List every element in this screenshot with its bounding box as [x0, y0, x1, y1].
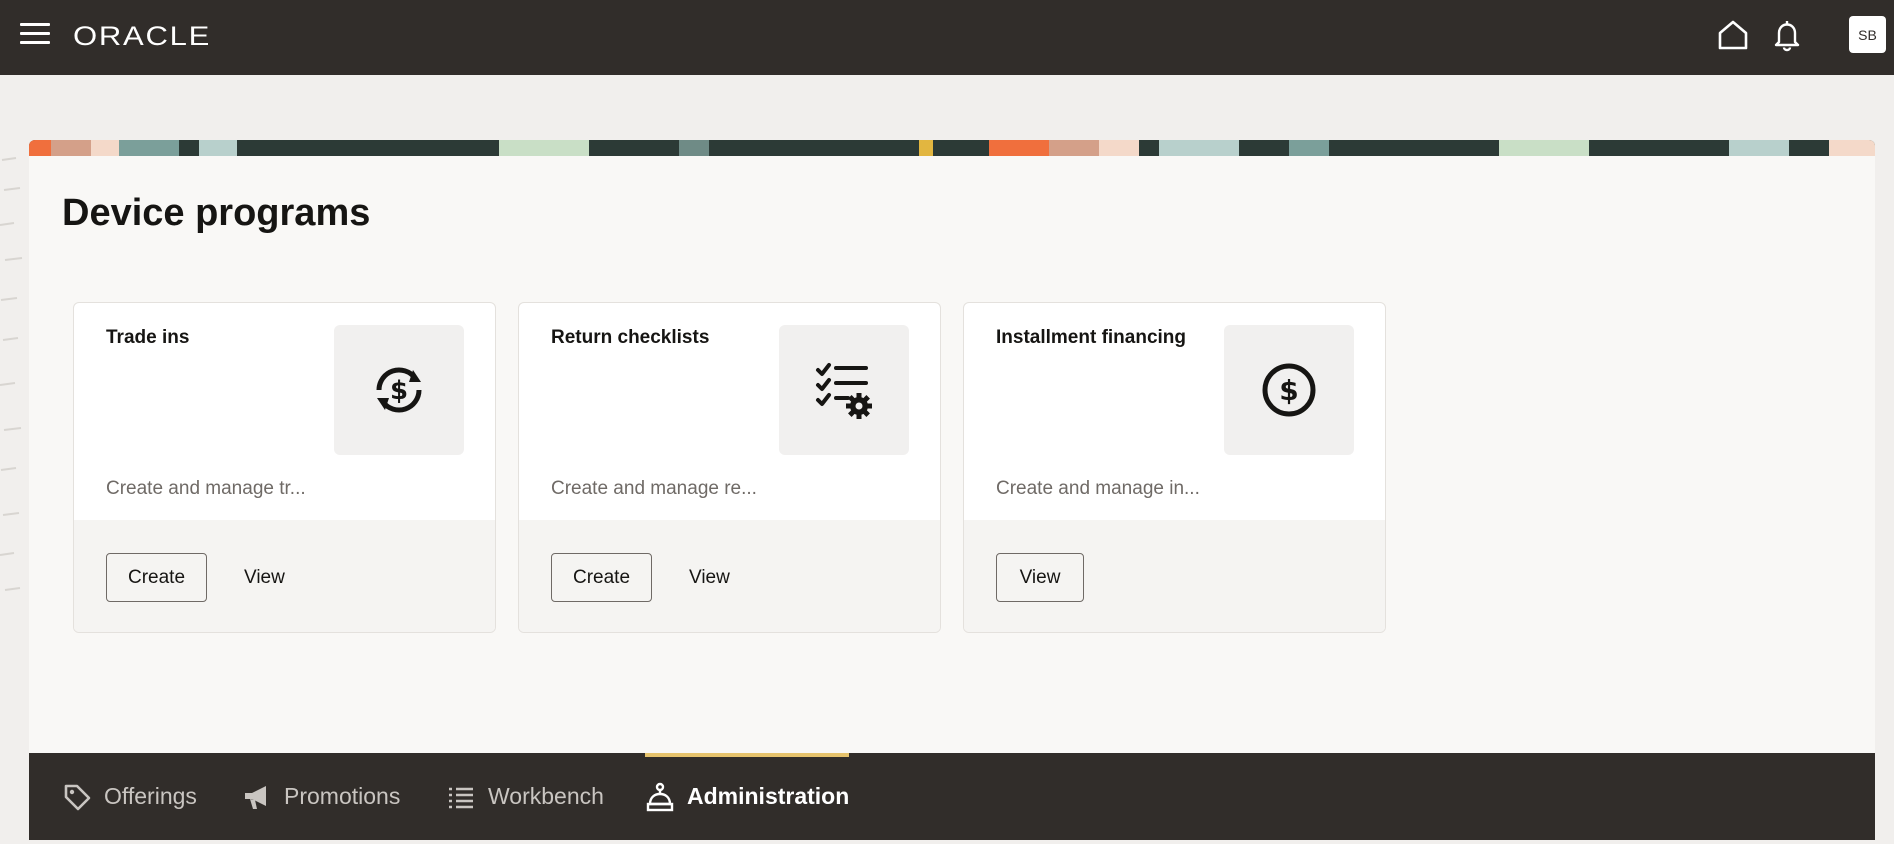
card-title: Return checklists: [551, 327, 710, 348]
card-installment-financing: Installment financing $ Create and manag…: [963, 302, 1386, 633]
megaphone-icon: [245, 785, 266, 809]
svg-text:$: $: [1279, 374, 1298, 407]
main-panel: Device programs Trade ins $ Create and m…: [29, 140, 1875, 840]
checklist-gear-icon: [816, 363, 872, 419]
user-avatar[interactable]: SB: [1849, 16, 1886, 53]
card-description: Create and manage re...: [551, 478, 757, 499]
page-title: Device programs: [62, 192, 371, 234]
svg-text:$: $: [390, 376, 408, 406]
nav-item-promotions[interactable]: Promotions: [242, 753, 400, 840]
tag-icon: [64, 784, 91, 810]
nav-item-administration[interactable]: Administration: [645, 753, 850, 840]
card-return-checklists: Return checklists Create and manage re..…: [518, 302, 941, 633]
bell-icon[interactable]: [1770, 18, 1804, 52]
dollar-refresh-icon: $: [376, 367, 422, 413]
nav-label: Administration: [687, 783, 850, 809]
card-description: Create and manage tr...: [106, 478, 306, 499]
card-description: Create and manage in...: [996, 478, 1200, 499]
menu-icon[interactable]: [20, 23, 50, 47]
nav-label: Offerings: [104, 783, 197, 809]
bottom-navigation: Offerings Promotions Workbench Administr…: [29, 753, 1875, 840]
view-button[interactable]: View: [689, 553, 730, 602]
view-button[interactable]: View: [996, 553, 1084, 602]
card-footer: Create View: [74, 520, 495, 632]
home-icon[interactable]: [1716, 18, 1750, 52]
card-footer: View: [964, 520, 1385, 632]
card-icon-container: [779, 325, 909, 455]
nav-item-offerings[interactable]: Offerings: [62, 753, 197, 840]
card-icon-container: $: [1224, 325, 1354, 455]
background-decoration: [0, 157, 23, 591]
create-button[interactable]: Create: [106, 553, 207, 602]
card-footer: Create View: [519, 520, 940, 632]
top-header: ORACLE SB: [0, 0, 1894, 75]
create-button[interactable]: Create: [551, 553, 652, 602]
card-title: Trade ins: [106, 327, 190, 348]
decorative-banner: [29, 140, 1875, 156]
dollar-circle-icon: $: [1262, 363, 1316, 417]
admin-icon: [646, 782, 674, 811]
list-icon: [449, 787, 473, 808]
card-trade-ins: Trade ins $ Create and manage tr... Crea…: [73, 302, 496, 633]
nav-label: Promotions: [284, 783, 401, 809]
oracle-logo[interactable]: ORACLE: [73, 21, 211, 52]
card-icon-container: $: [334, 325, 464, 455]
nav-item-workbench[interactable]: Workbench: [446, 753, 604, 840]
nav-label: Workbench: [488, 783, 604, 809]
card-title: Installment financing: [996, 327, 1187, 348]
view-button[interactable]: View: [244, 553, 285, 602]
